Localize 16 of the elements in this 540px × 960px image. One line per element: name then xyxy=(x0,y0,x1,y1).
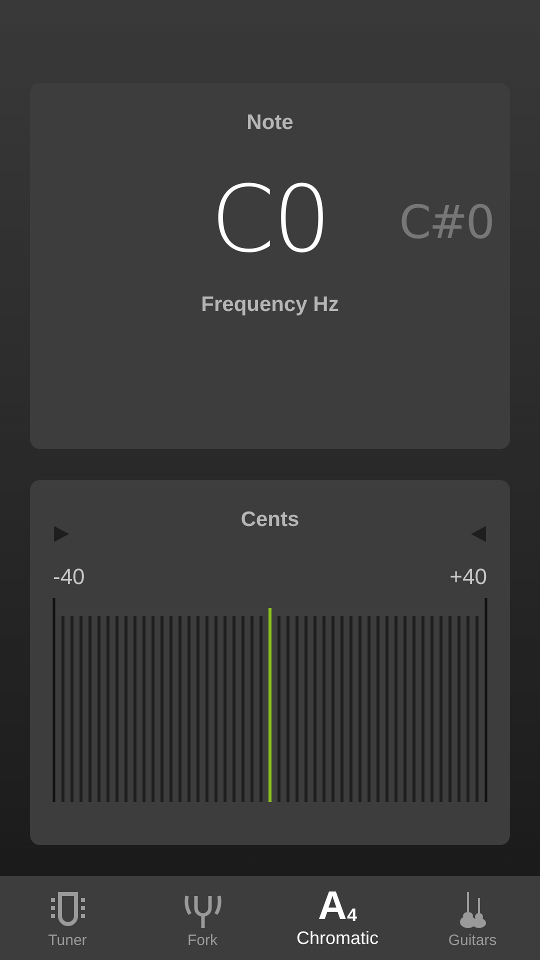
right-triangle-icon xyxy=(52,524,70,544)
left-triangle-icon xyxy=(470,524,488,544)
note-title: Note xyxy=(246,111,294,135)
tuner-head-icon xyxy=(50,892,84,928)
cents-title: Cents xyxy=(240,508,300,532)
min-cents-label: -40 xyxy=(53,564,85,590)
nav-tab[interactable]: Guitars xyxy=(405,876,540,960)
note-name: C0 xyxy=(210,166,330,272)
frequency-label: Frequency Hz xyxy=(201,293,339,317)
nav-tab[interactable]: Tuner xyxy=(0,876,135,960)
note-glyph-icon: A4 xyxy=(318,886,357,924)
max-cents-label: +40 xyxy=(450,564,487,590)
nav-tab[interactable]: Fork xyxy=(135,876,270,960)
next-note: C#0 xyxy=(399,195,493,249)
nav-tab[interactable]: A4 Chromatic xyxy=(270,876,405,960)
guitars-icon xyxy=(458,892,486,928)
